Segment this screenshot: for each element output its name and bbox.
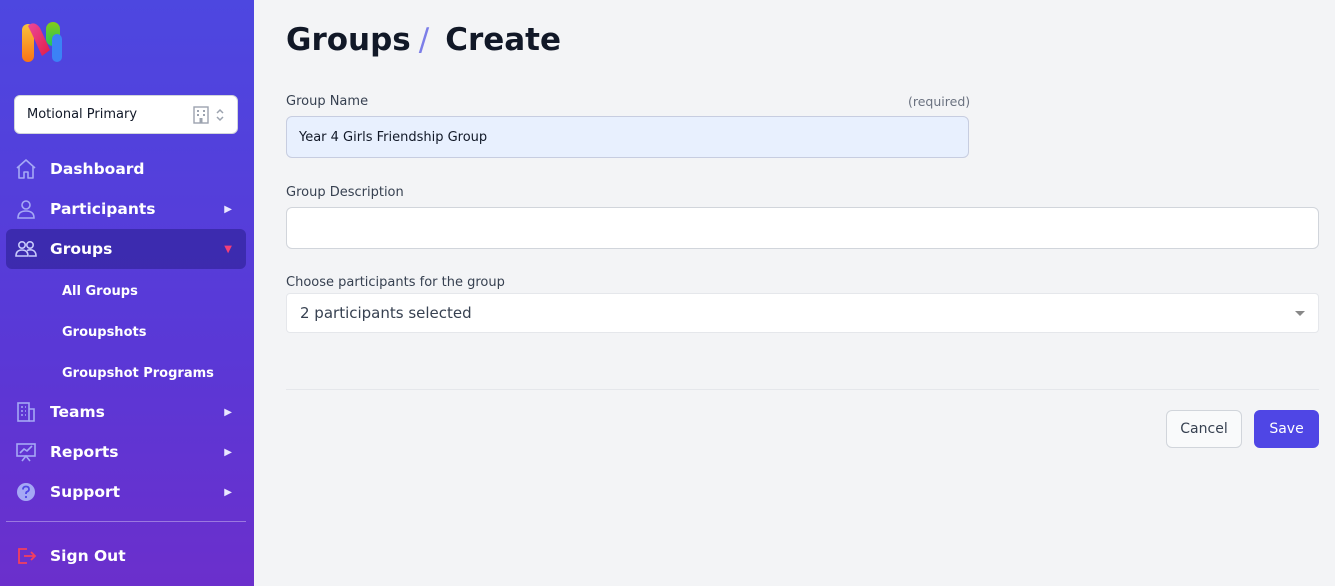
sidebar-item-label: Participants [50, 200, 156, 218]
sidebar-subitem-groupshot-programs[interactable]: Groupshot Programs [62, 366, 214, 381]
sidebar-divider [6, 521, 246, 522]
sidebar-item-dashboard[interactable]: Dashboard [6, 149, 246, 189]
sidebar-item-reports[interactable]: Reports ▶ [6, 432, 246, 472]
group-description-label: Group Description [286, 185, 404, 200]
sidebar-subitem-groupshots[interactable]: Groupshots [62, 325, 146, 340]
home-icon [15, 158, 37, 180]
collapse-arrow-icon: ▼ [224, 243, 232, 255]
breadcrumb-create: Create [445, 22, 562, 58]
question-circle-icon [15, 481, 37, 503]
sidebar-item-support[interactable]: Support ▶ [6, 472, 246, 512]
sidebar-item-label: Teams [50, 403, 105, 421]
save-button[interactable]: Save [1254, 410, 1319, 448]
breadcrumb-separator: / [418, 22, 430, 58]
organization-selector[interactable]: Motional Primary [14, 95, 238, 134]
users-icon [15, 238, 37, 260]
required-label: (required) [908, 94, 971, 109]
user-icon [15, 198, 37, 220]
caret-down-icon [1295, 310, 1305, 316]
breadcrumb-groups[interactable]: Groups [286, 22, 411, 58]
sidebar-item-sign-out[interactable]: Sign Out [6, 536, 246, 576]
sidebar: Motional Primary Dashboard Participants … [0, 0, 254, 586]
group-name-input[interactable]: Year 4 Girls Friendship Group [286, 116, 969, 158]
expand-arrow-icon: ▶ [224, 203, 232, 215]
sidebar-item-label: Reports [50, 443, 119, 461]
motional-logo [22, 22, 62, 62]
form-divider [286, 389, 1319, 390]
group-name-label: Group Name [286, 94, 369, 109]
page-title: Groups / Create [286, 22, 561, 58]
participants-selected-value: 2 participants selected [300, 304, 472, 322]
presentation-chart-icon [15, 441, 37, 463]
expand-arrow-icon: ▶ [224, 446, 232, 458]
cancel-button[interactable]: Cancel [1166, 410, 1242, 448]
expand-arrow-icon: ▶ [224, 406, 232, 418]
group-name-value: Year 4 Girls Friendship Group [299, 129, 488, 145]
sidebar-item-label: Groups [50, 240, 113, 258]
sidebar-item-label: Sign Out [50, 547, 126, 565]
organization-name: Motional Primary [27, 107, 138, 122]
sidebar-item-teams[interactable]: Teams ▶ [6, 392, 246, 432]
group-description-input[interactable] [286, 207, 1319, 249]
logout-icon [15, 545, 37, 567]
chevron-up-down-icon [216, 108, 224, 121]
sidebar-item-participants[interactable]: Participants ▶ [6, 189, 246, 229]
main-content: Groups / Create Group Name (required) Ye… [254, 0, 1335, 586]
sidebar-item-label: Support [50, 483, 121, 501]
participants-select[interactable]: 2 participants selected [286, 293, 1319, 333]
sidebar-item-groups[interactable]: Groups ▼ [6, 229, 246, 269]
sidebar-item-label: Dashboard [50, 160, 145, 178]
building-icon [15, 401, 37, 423]
expand-arrow-icon: ▶ [224, 486, 232, 498]
sidebar-subitem-all-groups[interactable]: All Groups [62, 284, 138, 299]
building-icon [193, 105, 209, 124]
participants-label: Choose participants for the group [286, 275, 505, 290]
